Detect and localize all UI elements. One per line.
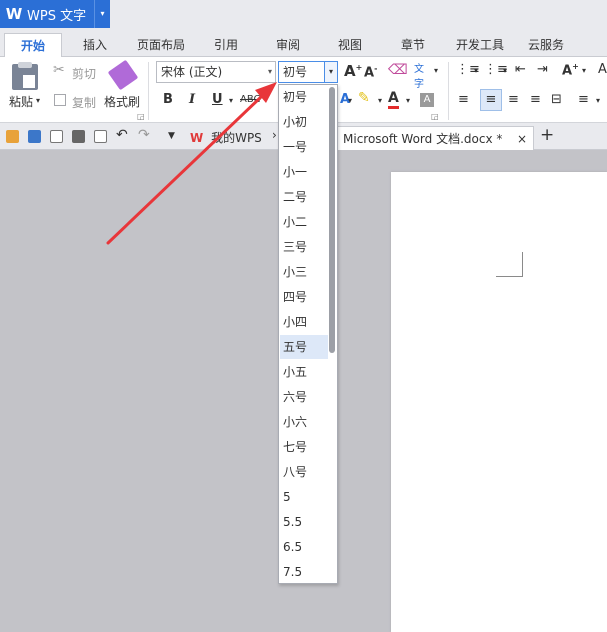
- font-size-option[interactable]: 四号: [280, 285, 328, 309]
- font-size-option[interactable]: 八号: [280, 460, 328, 484]
- font-size-option-selected[interactable]: 五号: [280, 335, 328, 359]
- font-size-dropdown[interactable]: 初号 小初 一号 小一 二号 小二 三号 小三 四号 小四 五号 小五 六号 小…: [278, 84, 338, 584]
- font-size-option[interactable]: 小初: [280, 110, 328, 134]
- baidu-watermark: Bai 经验 jingyan.baidu.com: [468, 566, 598, 626]
- watermark-url: jingyan.baidu.com: [470, 606, 563, 617]
- font-size-option[interactable]: 三号: [280, 235, 328, 259]
- font-size-option[interactable]: 6.5: [280, 535, 328, 559]
- font-size-option[interactable]: 七号: [280, 435, 328, 459]
- font-size-option[interactable]: 小五: [280, 360, 328, 384]
- font-size-option[interactable]: 一号: [280, 135, 328, 159]
- font-size-option[interactable]: 小三: [280, 260, 328, 284]
- dropdown-scrollbar[interactable]: [329, 87, 335, 353]
- watermark-logo: Bai 经验: [468, 572, 565, 597]
- font-size-option[interactable]: 小二: [280, 210, 328, 234]
- font-size-option[interactable]: 5: [280, 485, 328, 509]
- font-size-option[interactable]: 小四: [280, 310, 328, 334]
- font-size-option[interactable]: 7.5: [280, 560, 328, 584]
- font-size-option[interactable]: 初号: [280, 85, 328, 109]
- font-size-option[interactable]: 二号: [280, 185, 328, 209]
- font-size-option[interactable]: 小一: [280, 160, 328, 184]
- font-size-option[interactable]: 小六: [280, 410, 328, 434]
- font-size-option[interactable]: 六号: [280, 385, 328, 409]
- font-size-option[interactable]: 5.5: [280, 510, 328, 534]
